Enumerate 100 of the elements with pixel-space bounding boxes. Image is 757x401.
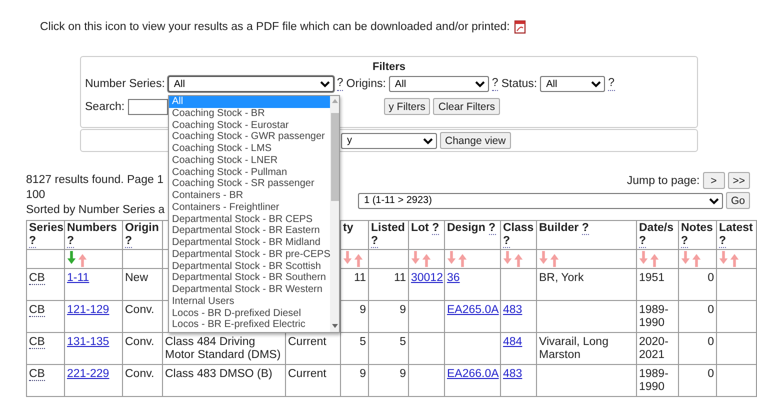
column-header: Date/s	[639, 222, 674, 234]
table-cell-text: Vivarail, Long Marston	[539, 336, 608, 362]
dropdown-option[interactable]: Locos - BR D-prefixed Diesel	[169, 308, 330, 320]
dropdown-option[interactable]: Departmental Stock - BR Southern	[169, 272, 330, 284]
table-cell-text: New	[125, 272, 148, 284]
table-cell-text: Class 484 Driving Motor Standard (DMS)	[165, 336, 281, 362]
up-arrow-icon[interactable]	[730, 254, 739, 268]
filter-label: Number Series:	[85, 78, 165, 90]
dropdown-option[interactable]: Coaching Stock - SR passenger	[169, 178, 330, 190]
results-summary: 8127 results found. Page 1	[26, 174, 164, 186]
table-link[interactable]: 1-11	[67, 272, 90, 284]
filters-title: Filters	[371, 61, 406, 73]
help-link[interactable]: ?	[503, 235, 510, 248]
filter-button[interactable]: Clear Filters	[433, 98, 500, 115]
scrollbar[interactable]	[330, 96, 339, 332]
down-arrow-icon[interactable]	[411, 251, 420, 264]
dropdown-option[interactable]: Departmental Stock - BR pre-CEPS	[169, 248, 330, 260]
scroll-down-icon[interactable]	[332, 324, 338, 328]
table-cell-text: Conv.	[125, 368, 154, 380]
down-arrow-icon[interactable]	[681, 251, 690, 264]
up-arrow-icon[interactable]	[514, 254, 523, 268]
go-button[interactable]: Go	[726, 192, 750, 209]
dropdown-option[interactable]: Coaching Stock - Eurostar	[169, 120, 330, 132]
up-arrow-icon[interactable]	[550, 254, 559, 268]
pdf-icon[interactable]	[514, 20, 526, 34]
change-view-button[interactable]: Change view	[440, 132, 511, 149]
down-arrow-icon[interactable]	[67, 251, 76, 264]
help-link[interactable]: ?	[125, 235, 132, 248]
page-nav-button[interactable]: >>	[728, 172, 750, 189]
dropdown-option[interactable]: Coaching Stock - BR	[169, 108, 330, 120]
table-cell-text: 1989-1990	[639, 368, 668, 394]
help-link[interactable]: ?	[488, 222, 496, 235]
dropdown-option[interactable]: Coaching Stock - GWR passenger	[169, 131, 330, 143]
table-cell-text: 9	[360, 368, 366, 380]
up-arrow-icon[interactable]	[354, 254, 363, 268]
help-link[interactable]: ?	[639, 235, 646, 248]
table-cell-text: CB	[29, 304, 45, 318]
dropdown-option[interactable]: Coaching Stock - LMS	[169, 143, 330, 155]
help-link[interactable]: ?	[582, 222, 589, 235]
filter-select[interactable]: All	[540, 76, 606, 92]
up-arrow-icon[interactable]	[422, 254, 431, 268]
down-arrow-icon[interactable]	[719, 251, 728, 264]
down-arrow-icon[interactable]	[539, 251, 548, 264]
column-header: Latest	[719, 222, 753, 234]
dropdown-option[interactable]: Departmental Stock - BR Midland	[169, 237, 330, 249]
dropdown-option[interactable]: Locos - BR E-prefixed Electric	[169, 319, 330, 331]
down-arrow-icon[interactable]	[343, 251, 352, 264]
filter-label: Origins:	[346, 78, 386, 90]
help-link[interactable]: ?	[432, 222, 440, 235]
column-header: Lot	[411, 222, 429, 234]
page-select[interactable]: 1 (1-11 > 2923)	[358, 192, 723, 208]
help-link[interactable]: ?	[681, 235, 688, 248]
dropdown-option[interactable]: Departmental Stock - BR Western	[169, 284, 330, 296]
up-arrow-icon[interactable]	[458, 254, 467, 268]
jump-label: Jump to page:	[626, 174, 700, 186]
help-link[interactable]: ?	[719, 235, 726, 248]
sort-description: Sorted by Number Series a	[26, 204, 165, 216]
help-link[interactable]: ?	[67, 235, 74, 248]
scroll-up-icon[interactable]	[332, 99, 338, 103]
dropdown-option[interactable]: Containers - BR	[169, 190, 330, 202]
table-cell-text: 1951	[639, 272, 665, 284]
filter-select[interactable]: All	[388, 76, 489, 92]
search-field[interactable]	[128, 98, 168, 114]
table-cell-text: 0	[708, 272, 714, 284]
up-arrow-icon[interactable]	[78, 254, 87, 268]
page-nav-button[interactable]: >	[702, 172, 725, 189]
help-link[interactable]: ?	[371, 235, 378, 248]
per-page-text: 100	[26, 189, 46, 201]
down-arrow-icon[interactable]	[639, 251, 648, 264]
dropdown-option[interactable]: Internal Users	[169, 296, 330, 308]
filter-label: Status:	[501, 78, 538, 90]
down-arrow-icon[interactable]	[447, 251, 456, 264]
dropdown-option[interactable]: Coaching Stock - LNER	[169, 154, 330, 166]
table-cell-text: Current	[288, 336, 326, 348]
up-arrow-icon[interactable]	[650, 254, 659, 268]
table-cell-text: Current	[288, 368, 326, 380]
down-arrow-icon[interactable]	[503, 251, 512, 264]
table-cell-text: Class 483 DMSO (B)	[165, 368, 272, 380]
up-arrow-icon[interactable]	[692, 254, 701, 268]
table-link[interactable]: 36	[447, 272, 460, 284]
column-header: ty	[343, 222, 354, 234]
help-link[interactable]: ?	[336, 77, 344, 91]
dropdown-option[interactable]: Departmental Stock - BR Scottish	[169, 260, 330, 272]
table-cell-text: CB	[29, 272, 45, 286]
filter-select[interactable]: All	[168, 76, 334, 92]
intro-text: Click on this icon to view your results as a PDF file which can be downloaded and/or printed:	[40, 21, 510, 33]
table-cell-text: Conv.	[125, 304, 154, 316]
dropdown-option[interactable]: Departmental Stock - BR CEPS	[169, 214, 330, 226]
table-cell-text: 1989-1990	[639, 304, 668, 330]
search-label: Search:	[85, 100, 125, 112]
dropdown-option[interactable]: Departmental Stock - BR Eastern	[169, 225, 330, 237]
help-link[interactable]: ?	[29, 235, 36, 248]
filter-button[interactable]: y Filters	[384, 98, 430, 115]
dropdown-option[interactable]: Coaching Stock - Pullman	[169, 166, 330, 178]
help-link[interactable]: ?	[492, 77, 498, 91]
table-cell-text: CB	[29, 368, 45, 382]
view-select[interactable]: y	[341, 132, 437, 148]
table-cell-text: 2020-2021	[639, 336, 668, 362]
dropdown-option[interactable]: Containers - Freightliner	[169, 202, 330, 214]
help-link[interactable]: ?	[608, 77, 615, 91]
